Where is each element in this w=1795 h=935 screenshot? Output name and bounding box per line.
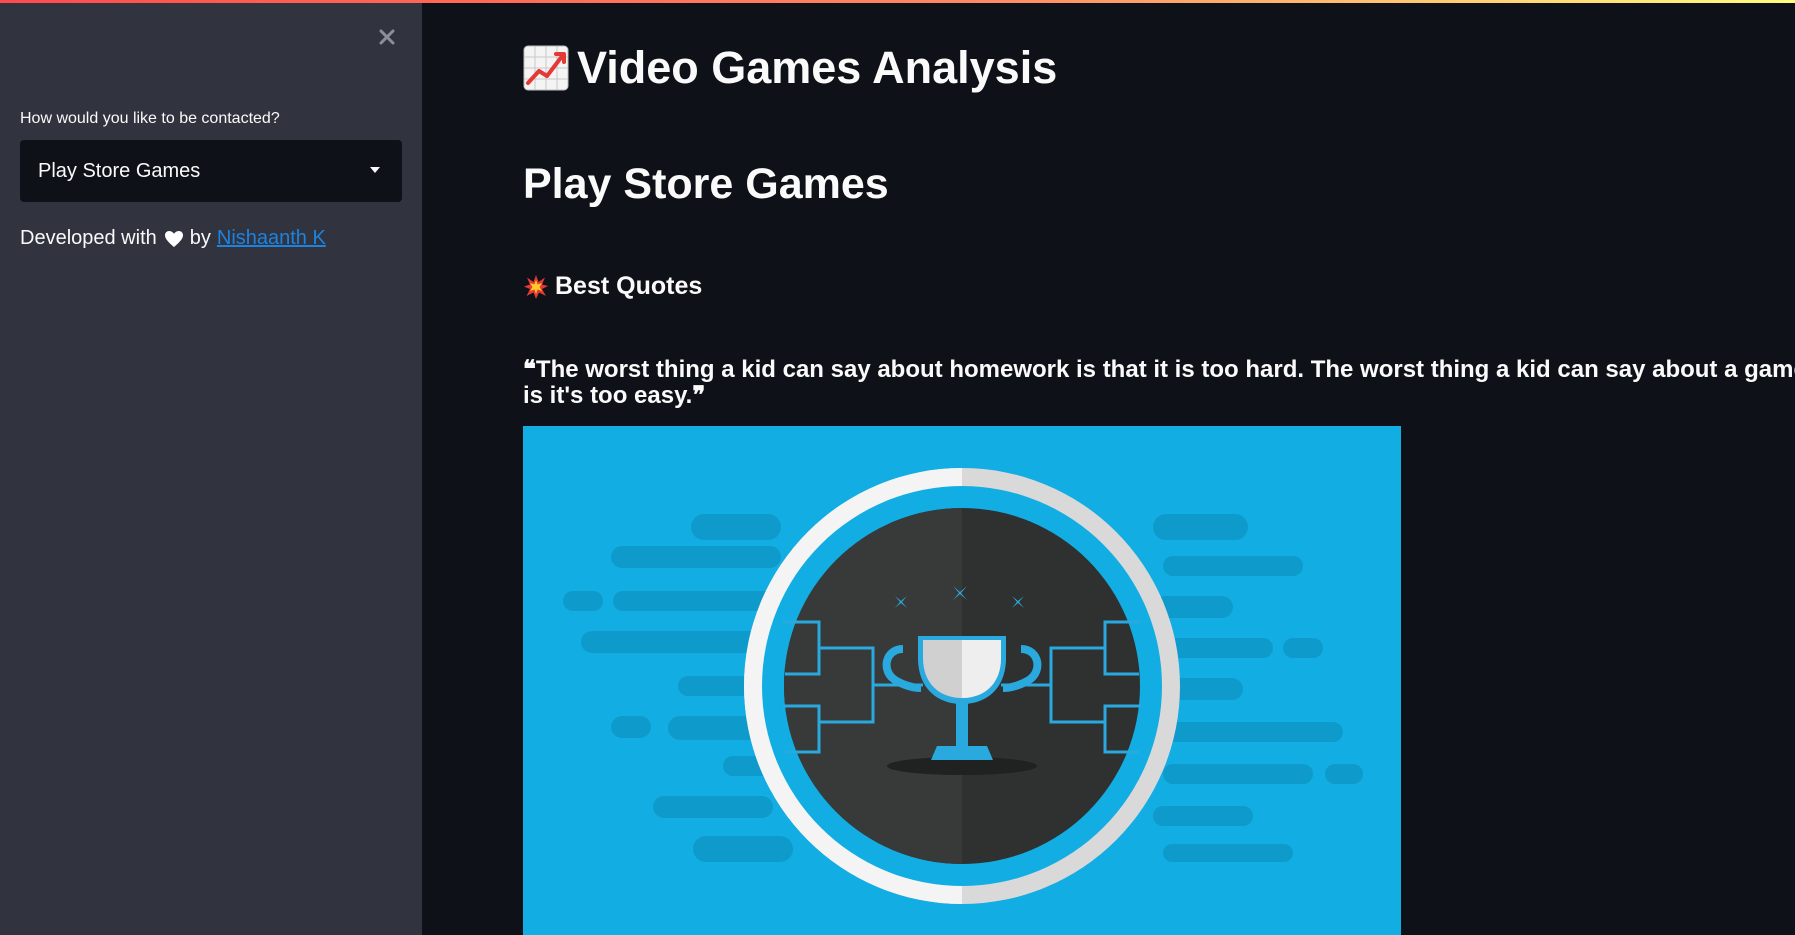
main-content: Video Games Analysis Play Store Games Be… [422,0,1795,935]
select-value: Play Store Games [38,159,201,182]
top-decoration-bar [0,0,1795,3]
chart-increasing-icon [523,45,569,91]
select-label: How would you like to be contacted? [20,110,280,127]
heart-icon [164,230,183,247]
close-icon [379,29,395,45]
developer-credit: Developed with by Nishaanth K [20,227,326,250]
chevron-down-icon [370,167,380,173]
quote-text: ❝The worst thing a kid can say about hom… [523,356,1795,409]
developer-credit-by: by [189,227,211,249]
section-title: Play Store Games [523,160,889,208]
page-title: Video Games Analysis [523,42,1057,94]
collision-icon [524,274,548,299]
close-sidebar-button[interactable] [372,22,402,52]
subheader: Best Quotes [523,272,702,301]
page-title-text: Video Games Analysis [577,42,1058,93]
developer-credit-prefix: Developed with [20,227,157,249]
sidebar: How would you like to be contacted? Play… [0,0,422,935]
trophy-illustration [523,426,1401,935]
subheader-text: Best Quotes [555,272,703,300]
contact-select[interactable]: Play Store Games [20,140,402,202]
author-link[interactable]: Nishaanth K [217,227,326,250]
